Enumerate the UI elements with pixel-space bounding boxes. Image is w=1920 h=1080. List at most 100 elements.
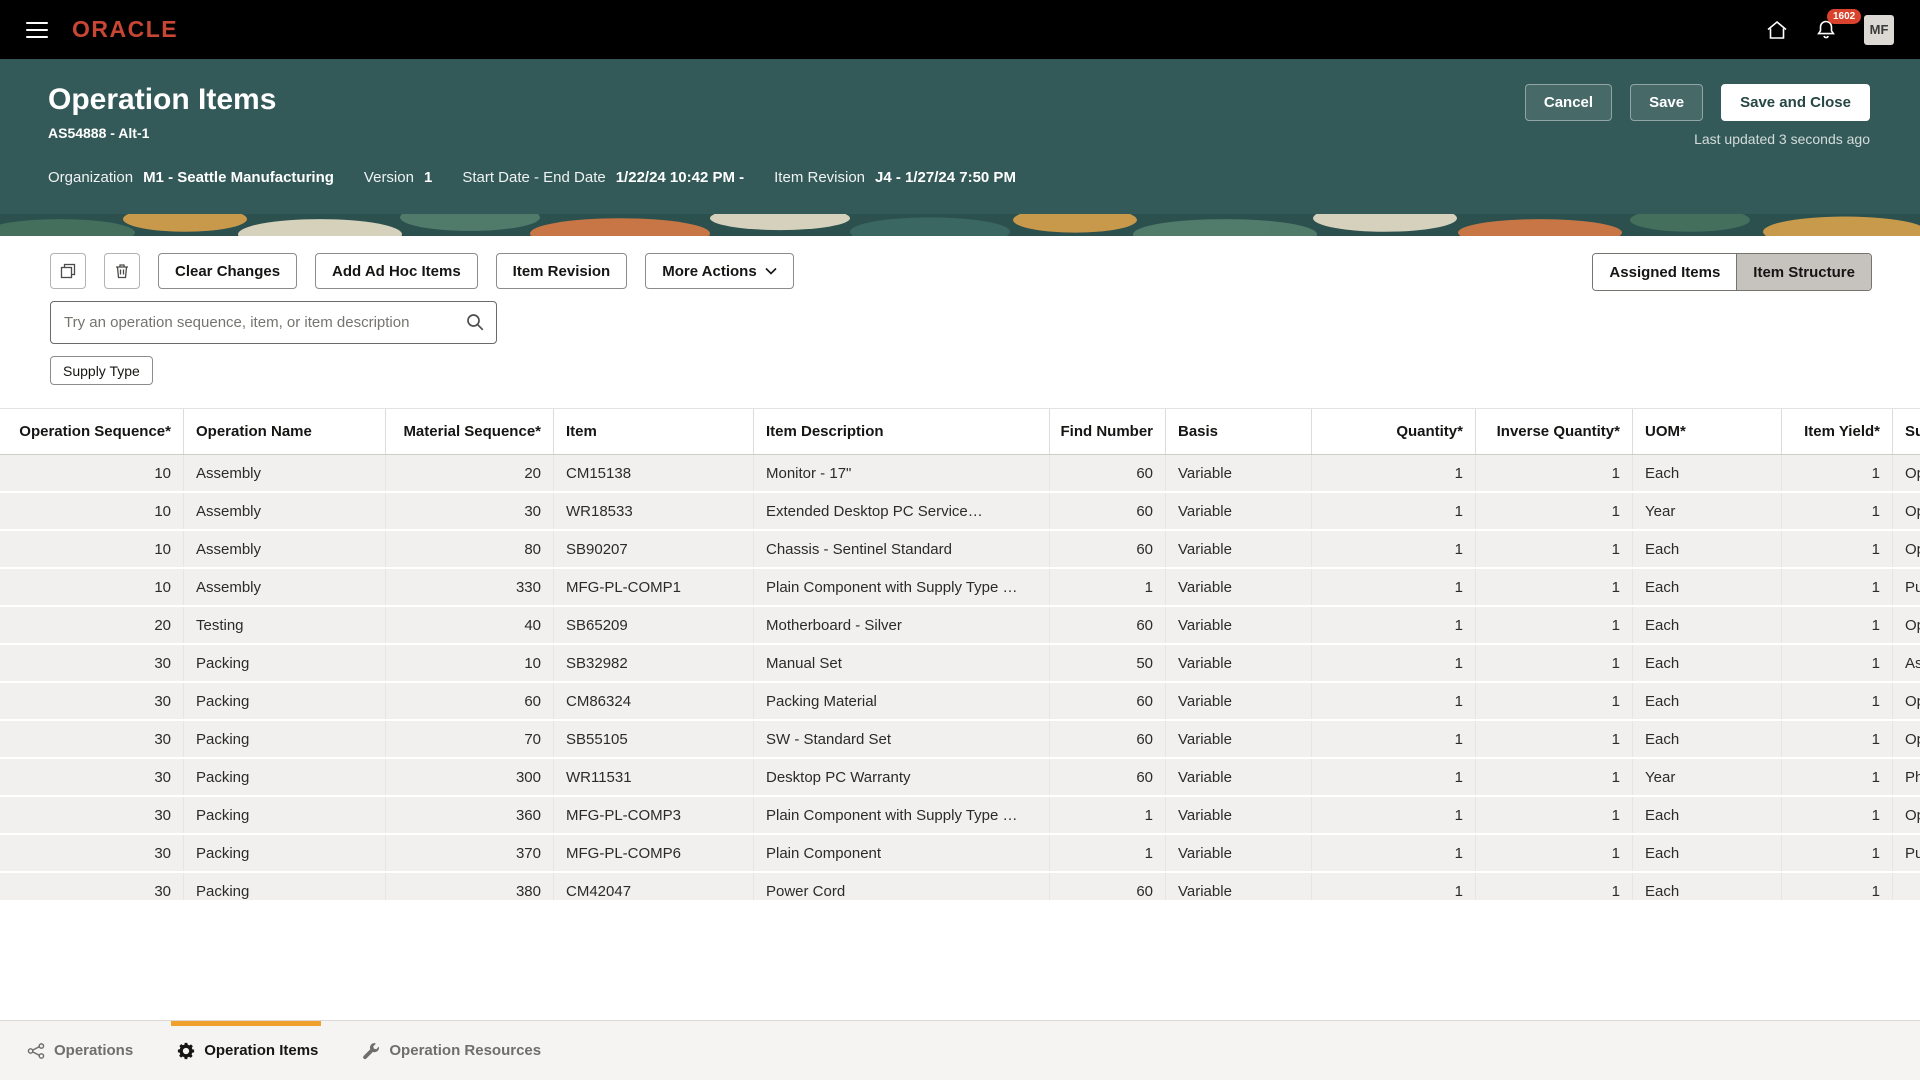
column-header[interactable]: Basis [1166,409,1312,454]
table-row[interactable]: 10Assembly80SB90207Chassis - Sentinel St… [0,531,1920,569]
table-cell: Pu [1893,569,1920,605]
search-icon[interactable] [465,312,485,337]
table-cell: 30 [0,835,184,871]
table-cell: Variable [1166,493,1312,529]
add-ad-hoc-items-button[interactable]: Add Ad Hoc Items [315,253,478,289]
home-icon[interactable] [1766,20,1788,40]
table-cell: Op [1893,531,1920,567]
table-cell: CM15138 [554,455,754,491]
search-box [50,301,497,344]
tab-operations-label: Operations [54,1042,133,1059]
column-header[interactable]: Quantity* [1312,409,1476,454]
table-cell: SB55105 [554,721,754,757]
menu-icon[interactable] [26,22,48,38]
cancel-button[interactable]: Cancel [1525,84,1612,121]
save-and-close-button[interactable]: Save and Close [1721,84,1870,121]
column-header[interactable]: Item [554,409,754,454]
table-row[interactable]: 20Testing40SB65209Motherboard - Silver60… [0,607,1920,645]
table-cell: SB90207 [554,531,754,567]
table-cell: Each [1633,835,1782,871]
table-row[interactable]: 30Packing300WR11531Desktop PC Warranty60… [0,759,1920,797]
version-info: Version 1 [364,169,432,186]
tab-operations[interactable]: Operations [27,1042,133,1060]
operation-items-table: Operation Sequence*Operation NameMateria… [0,408,1920,900]
table-cell: Variable [1166,455,1312,491]
table-cell: Plain Component [754,835,1050,871]
table-cell: 300 [386,759,554,795]
chevron-down-icon [765,267,777,275]
supply-type-filter-chip[interactable]: Supply Type [50,356,153,385]
last-updated-text: Last updated 3 seconds ago [1694,131,1870,147]
table-cell: 60 [1050,607,1166,643]
decorative-pattern [0,214,1920,236]
clear-changes-button[interactable]: Clear Changes [158,253,297,289]
column-header[interactable]: UOM* [1633,409,1782,454]
column-header[interactable]: Material Sequence* [386,409,554,454]
table-cell: Each [1633,569,1782,605]
table-header-row: Operation Sequence*Operation NameMateria… [0,409,1920,455]
table-cell: 40 [386,607,554,643]
table-cell: WR11531 [554,759,754,795]
page-title: Operation Items [48,83,276,117]
table-cell: 30 [0,797,184,833]
table-cell: Assembly [184,493,386,529]
table-cell: Monitor - 17" [754,455,1050,491]
table-cell: 30 [0,721,184,757]
search-input[interactable] [50,301,497,344]
column-header[interactable]: Su [1893,409,1920,454]
table-row[interactable]: 30Packing70SB55105SW - Standard Set60Var… [0,721,1920,759]
column-header[interactable]: Operation Name [184,409,386,454]
table-row[interactable]: 30Packing360MFG-PL-COMP3Plain Component … [0,797,1920,835]
table-cell: Each [1633,607,1782,643]
table-row[interactable]: 30Packing370MFG-PL-COMP6Plain Component1… [0,835,1920,873]
table-cell: 1 [1312,835,1476,871]
item-revision-button[interactable]: Item Revision [496,253,628,289]
delete-button[interactable] [104,253,140,289]
table-cell: Variable [1166,645,1312,681]
view-toggle: Assigned Items Item Structure [1592,253,1872,291]
table-cell: 60 [1050,873,1166,900]
oracle-logo: ORACLE [72,16,178,43]
column-header[interactable]: Item Description [754,409,1050,454]
table-cell: 1 [1782,797,1893,833]
tab-operation-items-label: Operation Items [204,1042,318,1059]
table-cell: Op [1893,683,1920,719]
tab-operation-resources[interactable]: Operation Resources [362,1042,541,1060]
table-cell: 1 [1312,607,1476,643]
table-cell: 60 [1050,721,1166,757]
table-cell: 1 [1782,493,1893,529]
notifications-bell-icon[interactable]: 1602 [1816,19,1836,40]
table-cell: 60 [1050,683,1166,719]
table-cell: Manual Set [754,645,1050,681]
assigned-items-toggle[interactable]: Assigned Items [1593,254,1736,290]
more-actions-dropdown[interactable]: More Actions [645,253,793,289]
item-structure-toggle[interactable]: Item Structure [1736,254,1871,290]
table-row[interactable]: 10Assembly330MFG-PL-COMP1Plain Component… [0,569,1920,607]
table-row[interactable]: 30Packing60CM86324Packing Material60Vari… [0,683,1920,721]
version-value: 1 [424,169,432,186]
table-cell: 1 [1476,797,1633,833]
save-button[interactable]: Save [1630,84,1703,121]
table-cell: 60 [1050,493,1166,529]
column-header[interactable]: Find Number [1050,409,1166,454]
table-cell: Year [1633,759,1782,795]
table-row[interactable]: 10Assembly30WR18533Extended Desktop PC S… [0,493,1920,531]
user-avatar[interactable]: MF [1864,15,1894,45]
table-cell: Variable [1166,721,1312,757]
table-row[interactable]: 10Assembly20CM15138Monitor - 17"60Variab… [0,455,1920,493]
table-cell: As [1893,645,1920,681]
table-row[interactable]: 30Packing10SB32982Manual Set50Variable11… [0,645,1920,683]
item-revision-info: Item Revision J4 - 1/27/24 7:50 PM [774,169,1016,186]
column-header[interactable]: Operation Sequence* [0,409,184,454]
column-header[interactable]: Item Yield* [1782,409,1893,454]
copy-button[interactable] [50,253,86,289]
table-cell: 330 [386,569,554,605]
table-cell: 60 [1050,531,1166,567]
table-cell: 1 [1782,683,1893,719]
table-cell: Each [1633,645,1782,681]
table-cell: Assembly [184,455,386,491]
table-cell: 1 [1782,835,1893,871]
table-row[interactable]: 30Packing380CM42047Power Cord60Variable1… [0,873,1920,900]
column-header[interactable]: Inverse Quantity* [1476,409,1633,454]
tab-operation-items[interactable]: Operation Items [177,1042,318,1060]
